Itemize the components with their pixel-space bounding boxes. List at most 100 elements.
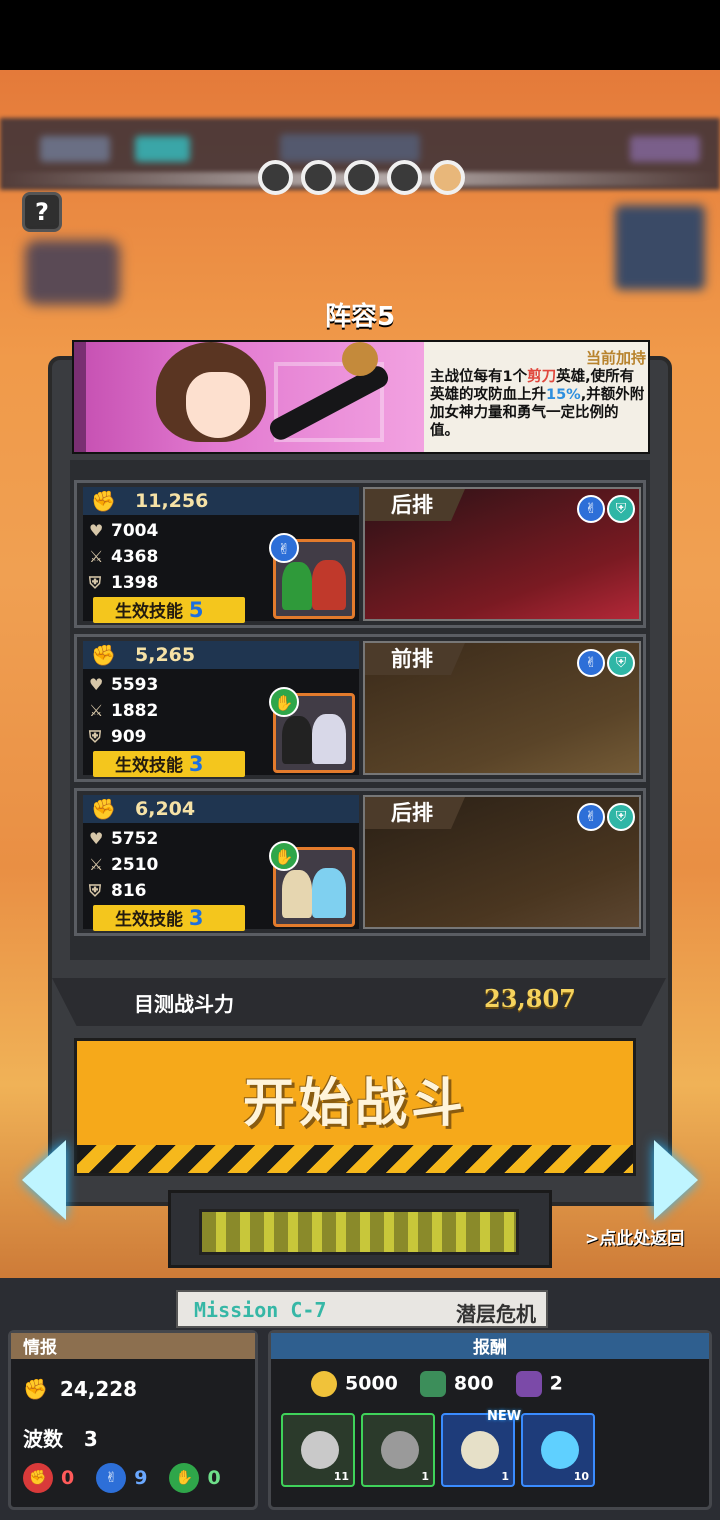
scissors-count: 9 [134, 1467, 148, 1489]
estimated-power-label: 目测战斗力 [134, 992, 234, 1016]
start-battle-label: 开始战斗 [242, 1074, 467, 1134]
reward-item-qty: 1 [421, 1470, 429, 1483]
reward-item-slot[interactable]: 11 [281, 1413, 355, 1487]
ticket-icon [515, 1371, 542, 1397]
scissors-icon: ✌ [96, 1463, 127, 1493]
goddess-art [74, 342, 424, 452]
enemy-power: ✊ 24,228 [23, 1377, 138, 1401]
hero-card[interactable]: ✊ 11,256 ♥ 7004 ⚔ 4368 ⛨ 1398 生效技能 5 ✌ 后排 ✌… [74, 480, 646, 628]
mission-name: 潜层危机 [456, 1302, 536, 1326]
hero-card[interactable]: ✊ 6,204 ♥ 5752 ⚔ 2510 ⛨ 816 生效技能 3 ✋ 后排 ✌ ⛨ [74, 788, 646, 936]
book-icon [419, 1371, 446, 1397]
shield-icon: ⛨ [89, 727, 102, 746]
hero-scene[interactable]: 后排 ✌ ⛨ [363, 795, 641, 929]
reward-item-qty: 10 [573, 1470, 589, 1483]
page-dot-5[interactable] [430, 160, 465, 195]
class-icon: ✌ [577, 803, 605, 831]
new-badge: NEW [487, 1409, 522, 1424]
prev-team-arrow-icon[interactable] [22, 1140, 66, 1220]
page-dot-1[interactable] [258, 160, 293, 195]
hero-hp: ♥ 5593 [89, 675, 159, 695]
machine-base [168, 1190, 552, 1268]
hero-power: 11,256 [135, 490, 209, 512]
intel-panel: 情报 ✊ 24,228 波数 3 ✊ 0 ✌ 9 ✋ 0 [8, 1330, 258, 1510]
bonus-text: 主战位每有1个剪刀英雄,使所有英雄的攻防血上升15%,并额外附加女神力量和勇气一… [430, 369, 645, 439]
next-team-arrow-icon[interactable] [654, 1140, 698, 1220]
hero-scene[interactable]: 前排 ✌ ⛨ [363, 641, 641, 775]
page-dot-3[interactable] [344, 160, 379, 195]
hero-scene[interactable]: 后排 ✌ ⛨ [363, 487, 641, 621]
sword-icon: ⚔ [89, 701, 104, 720]
bonus-heading: 当前加持 [585, 349, 646, 367]
reward-item-icon [381, 1431, 419, 1469]
shield-icon: ⛨ [89, 881, 102, 900]
reward-item-icon [461, 1431, 499, 1469]
hero-card[interactable]: ✊ 5,265 ♥ 5593 ⚔ 1882 ⛨ 909 生效技能 3 ✋ 前排 ✌ ⛨ [74, 634, 646, 782]
hero-atk: ⚔ 1882 [89, 701, 159, 721]
page-dot-2[interactable] [301, 160, 336, 195]
reward-heading: 报酬 [271, 1333, 709, 1359]
reward-item-qty: 11 [333, 1470, 349, 1483]
heart-icon: ♥ [89, 521, 104, 540]
blurred-minimap [615, 205, 705, 290]
heart-icon: ♥ [89, 829, 104, 848]
enemy-type-counts: ✊ 0 ✌ 9 ✋ 0 [23, 1463, 221, 1493]
hero-power: 5,265 [135, 644, 196, 666]
heart-icon: ♥ [89, 675, 104, 694]
hero-def: ⛨ 816 [89, 881, 147, 901]
reward-item-qty: 1 [501, 1470, 509, 1483]
hero-power-bar: ✊ 6,204 [83, 795, 359, 823]
paper-type-icon: ✋ [269, 841, 299, 871]
page-dot-4[interactable] [387, 160, 422, 195]
fist-icon: ✊ [91, 643, 116, 667]
reward-item-slot[interactable]: 10 [521, 1413, 595, 1487]
hero-stats: ✊ 11,256 ♥ 7004 ⚔ 4368 ⛨ 1398 生效技能 5 ✌ [83, 487, 359, 623]
bonus-description: 当前加持 主战位每有1个剪刀英雄,使所有英雄的攻防血上升15%,并额外附加女神力… [424, 342, 648, 452]
shield-icon: ⛨ [89, 573, 102, 592]
paper-icon: ✋ [169, 1463, 200, 1493]
reward-item-icon [301, 1431, 339, 1469]
wave-count: 波数 3 [23, 1427, 98, 1451]
sword-icon: ⚔ [89, 855, 104, 874]
reward-item-slot[interactable]: 1 [361, 1413, 435, 1487]
active-skills[interactable]: 生效技能 5 [93, 597, 245, 623]
bonus-banner: 当前加持 主战位每有1个剪刀英雄,使所有英雄的攻防血上升15%,并额外附加女神力… [72, 340, 650, 454]
start-battle-button[interactable]: 开始战斗 [74, 1038, 636, 1176]
team-title: 阵容5 [324, 302, 396, 332]
back-link[interactable]: >点此处返回 [585, 1224, 684, 1249]
reward-items: 11 1 NEW 1 10 [281, 1409, 595, 1487]
hero-stats: ✊ 5,265 ♥ 5593 ⚔ 1882 ⛨ 909 生效技能 3 ✋ [83, 641, 359, 777]
gold-coin-icon [311, 1371, 337, 1397]
sword-icon: ⚔ [89, 547, 104, 566]
hero-def: ⛨ 1398 [89, 573, 159, 593]
reward-item-icon [541, 1431, 579, 1469]
mission-code: Mission C-7 [194, 1298, 327, 1322]
hazard-stripe [77, 1145, 633, 1173]
mission-plate: Mission C-7 潜层危机 [176, 1290, 548, 1328]
row-position-label: 后排 [365, 797, 465, 829]
paper-type-icon: ✋ [269, 687, 299, 717]
scissors-type-icon: ✌ [269, 533, 299, 563]
hero-atk: ⚔ 2510 [89, 855, 159, 875]
estimated-power-bar: 目测战斗力 23,807 [52, 978, 666, 1026]
page-indicator[interactable] [258, 160, 465, 195]
estimated-power-value: 23,807 [484, 984, 576, 1013]
class-icon: ✌ [577, 495, 605, 523]
active-skills[interactable]: 生效技能 3 [93, 751, 245, 777]
fist-icon: ✊ [91, 797, 116, 821]
reward-item-slot[interactable]: NEW 1 [441, 1409, 521, 1487]
intel-heading: 情报 [11, 1333, 255, 1359]
fist-icon: ✊ [91, 489, 116, 513]
active-skills[interactable]: 生效技能 3 [93, 905, 245, 931]
hero-hp: ♥ 5752 [89, 829, 159, 849]
role-icon: ⛨ [607, 803, 635, 831]
reward-currencies: 5000 800 2 [311, 1371, 563, 1397]
row-position-label: 后排 [365, 489, 465, 521]
row-position-label: 前排 [365, 643, 465, 675]
fist-icon: ✊ [23, 1377, 48, 1401]
help-button[interactable]: ? [22, 192, 62, 232]
rock-icon: ✊ [23, 1463, 53, 1493]
rock-count: 0 [61, 1467, 75, 1489]
hero-power-bar: ✊ 11,256 [83, 487, 359, 515]
role-icon: ⛨ [607, 649, 635, 677]
